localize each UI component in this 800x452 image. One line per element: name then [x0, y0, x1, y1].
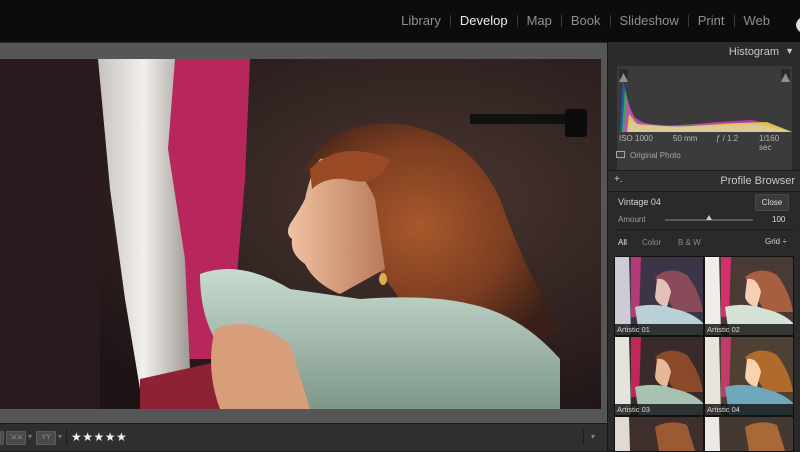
image-viewer [0, 42, 607, 424]
before-after-button[interactable]: ⇲⇲ [6, 431, 26, 445]
amount-value[interactable]: 100 [772, 215, 785, 224]
develop-toolbar: ⇲⇲ ▾ YY ▾ ★★★★★ ▾ [0, 423, 607, 451]
shadow-clipping-icon[interactable] [619, 69, 628, 78]
iso-value: ISO 1000 [619, 134, 653, 143]
thumbnail-label: Artistic 03 [615, 404, 703, 415]
toolbar-divider [66, 429, 67, 445]
panel-corner-icon[interactable] [790, 18, 800, 32]
close-button[interactable]: Close [755, 194, 789, 211]
module-picker-bar: Library Develop Map Book Slideshow Print… [0, 0, 800, 42]
rating-stars[interactable]: ★★★★★ [71, 430, 127, 444]
histogram-collapse-icon[interactable]: ▼ [785, 46, 794, 56]
before-after-dropdown-icon[interactable]: ▾ [28, 432, 32, 441]
compare-button[interactable]: YY [36, 431, 56, 445]
profile-thumbnail-partial[interactable] [704, 416, 794, 452]
amount-slider-thumb[interactable] [706, 215, 712, 220]
right-panel: Histogram ▼ ISO 1000 50 mm ƒ / 1.2 1/160… [607, 42, 800, 450]
aperture-value: ƒ / 1.2 [716, 134, 738, 143]
original-photo-toggle[interactable]: Original Photo [616, 151, 681, 160]
selected-profile-name: Vintage 04 [618, 197, 661, 207]
module-develop[interactable]: Develop [451, 0, 517, 42]
filter-bw[interactable]: B & W [678, 238, 701, 247]
module-map[interactable]: Map [518, 0, 561, 42]
main-photo[interactable] [0, 59, 601, 409]
module-book[interactable]: Book [562, 0, 610, 42]
thumbnail-label: Artistic 02 [705, 324, 793, 335]
histogram-header[interactable]: Histogram ▼ [608, 42, 800, 62]
toolbar-options-icon[interactable]: ▾ [591, 432, 595, 441]
profile-thumbnail-partial[interactable] [614, 416, 704, 452]
profile-thumbnail-artistic-04[interactable]: Artistic 04 [704, 336, 794, 416]
profile-thumbnail-artistic-03[interactable]: Artistic 03 [614, 336, 704, 416]
shutter-speed-value: 1/160 sec [759, 134, 792, 152]
highlight-clipping-icon[interactable] [781, 69, 790, 78]
original-photo-label: Original Photo [630, 151, 681, 160]
profile-browser-header: +. Profile Browser [608, 170, 800, 192]
profile-browser: Vintage 04 Close Amount 100 All Color B … [608, 192, 800, 450]
histogram-title: Histogram [729, 46, 779, 58]
module-picker: Library Develop Map Book Slideshow Print… [392, 0, 800, 42]
profile-browser-title: Profile Browser [720, 175, 795, 187]
thumbnail-label: Artistic 01 [615, 324, 703, 335]
toolbar-divider [583, 429, 584, 445]
profile-thumbnail-artistic-02[interactable]: Artistic 02 [704, 256, 794, 336]
profile-thumbnail-artistic-01[interactable]: Artistic 01 [614, 256, 704, 336]
view-mode-button[interactable] [0, 431, 4, 445]
histogram-graph [617, 66, 792, 132]
compare-dropdown-icon[interactable]: ▾ [58, 432, 62, 441]
divider [614, 229, 795, 230]
module-print[interactable]: Print [689, 0, 734, 42]
filter-all[interactable]: All [618, 238, 627, 247]
histogram-info: ISO 1000 50 mm ƒ / 1.2 1/160 sec [617, 134, 792, 146]
checkbox-icon[interactable] [616, 151, 625, 158]
thumbnail-label: Artistic 04 [705, 404, 793, 415]
view-mode-select[interactable]: Grid ÷ [765, 237, 787, 246]
module-slideshow[interactable]: Slideshow [611, 0, 688, 42]
amount-label: Amount [618, 215, 646, 224]
filter-color[interactable]: Color [642, 238, 661, 247]
focal-length-value: 50 mm [673, 134, 697, 143]
module-library[interactable]: Library [392, 0, 450, 42]
expand-panel-icon[interactable]: +. [614, 174, 623, 185]
